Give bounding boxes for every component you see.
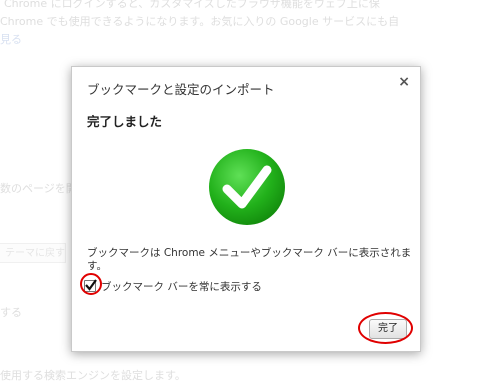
dialog-title: ブックマークと設定のインポート [87,82,275,97]
close-icon[interactable]: × [398,74,410,90]
completion-heading: 完了しました [87,114,163,129]
success-checkmark-icon [209,149,285,225]
annotation-circle-done-button [358,312,413,344]
import-bookmarks-dialog: ブックマークと設定のインポート × 完了しました ブックマークは Chrome … [71,66,421,352]
annotation-circle-checkbox [80,273,102,295]
show-bookmark-bar-label[interactable]: ブックマーク バーを常に表示する [101,279,262,294]
completion-message: ブックマークは Chrome メニューやブックマーク バーに表示されます。 [87,247,412,272]
